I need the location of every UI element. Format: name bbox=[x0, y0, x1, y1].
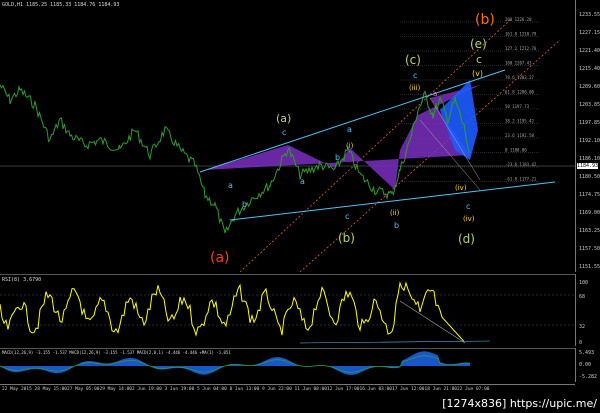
fib-label: 78.6 1203.27 bbox=[505, 75, 534, 80]
rsi-tick: 0 bbox=[579, 340, 583, 346]
time-tick: 16 Jun 03:00 bbox=[359, 387, 393, 392]
rsi-line bbox=[0, 281, 465, 342]
fib-label: 200 1226.20 bbox=[505, 17, 532, 22]
time-tick: 9 Jun 22:00 bbox=[262, 387, 292, 392]
wave-label-i: (i) bbox=[346, 142, 354, 150]
price-tick: 1186.10 bbox=[579, 156, 600, 162]
time-tick: 11 Jun 08:00 bbox=[294, 387, 328, 392]
wave-label-a-paren: (a) bbox=[276, 112, 291, 125]
wave-label-iv: (iv) bbox=[455, 184, 467, 192]
price-tick: 1227.15 bbox=[579, 30, 600, 36]
wave-label-iv-2: (iv) bbox=[463, 215, 475, 223]
fib-label: 61.8 1200.00 bbox=[505, 90, 534, 95]
wave-label-c1: c bbox=[413, 71, 417, 80]
time-tick: 5 Jun 04:00 bbox=[197, 387, 227, 392]
wave-label-iii: (iii) bbox=[409, 84, 421, 92]
wave-label-c-top: c bbox=[476, 53, 482, 66]
time-tick: 17 Jun 12:00 bbox=[392, 387, 425, 392]
price-chart-svg: 200 1226.20 161.8 1218.79 127.2 1212.76 100… bbox=[0, 12, 575, 272]
rsi-tick: 68 bbox=[579, 294, 586, 300]
rsi-pane[interactable]: RSI(8) 3.6790 bbox=[0, 274, 575, 347]
fib-label: 100 1207.43 bbox=[505, 61, 532, 66]
wave-label-b3: b bbox=[242, 200, 247, 209]
fib-label: 23.6 1192.58 bbox=[505, 133, 534, 138]
price-tick: 1215.40 bbox=[579, 66, 600, 72]
time-tick: 3 Jun 19:00 bbox=[164, 387, 195, 392]
wave-label-c-paren: (c) bbox=[405, 53, 421, 67]
price-tick: 1157.50 bbox=[579, 246, 600, 252]
macd-tick: -5.282 bbox=[579, 374, 598, 380]
wave-label-c2: c bbox=[282, 128, 286, 137]
wave-label-a-pink: a bbox=[433, 90, 437, 98]
time-tick: 18 Jun 21:00 bbox=[424, 387, 458, 392]
wave-label-c3: c bbox=[345, 212, 349, 221]
wave-label-d-paren: (d) bbox=[458, 232, 475, 246]
price-scale: 1233.55 1227.15 1221.40 1215.40 1209.60 1203.… bbox=[575, 0, 600, 272]
price-chart-pane[interactable]: GOLD,H1 1185.25 1185.33 1184.76 1184.93 … bbox=[0, 0, 575, 272]
fib-label: -61.8 1177.21 bbox=[505, 177, 537, 182]
current-price-badge: 1184.93 bbox=[577, 163, 599, 169]
time-tick: 27 May 05:00 bbox=[67, 387, 100, 392]
wave-label-a2: a bbox=[300, 177, 305, 186]
fib-label: 0 1188.00 bbox=[505, 148, 527, 153]
rsi-tick: 32 bbox=[579, 324, 586, 330]
wave-label-b1: b bbox=[335, 153, 340, 162]
macd-tick: 5.493 bbox=[579, 350, 595, 356]
macd-pane[interactable]: MACD(12,26,9) -3.155 -1.537 MACD(12,26,9… bbox=[0, 348, 575, 383]
wave-label-b-paren: (b) bbox=[338, 231, 355, 245]
time-axis: 22 May 2015 28 May 15:00 27 May 05:00 29 Ma… bbox=[0, 384, 575, 395]
macd-histogram bbox=[0, 351, 470, 375]
price-tick: 1221.40 bbox=[579, 48, 600, 54]
wave-label-ii: (ii) bbox=[390, 209, 400, 217]
wave-label-c-d: c bbox=[466, 202, 470, 211]
price-tick: 1192.10 bbox=[579, 138, 600, 144]
price-tick: 1163.25 bbox=[579, 228, 600, 234]
wave-label-e-major: (e) bbox=[470, 37, 487, 51]
wave-label-a3: a bbox=[228, 181, 233, 190]
time-tick: 29 May 14:00 bbox=[99, 387, 133, 392]
rsi-svg bbox=[0, 281, 575, 344]
fib-label: 161.8 1218.79 bbox=[505, 32, 537, 37]
price-tick: 1180.50 bbox=[579, 174, 600, 180]
time-tick: 2 Jun 19:00 bbox=[132, 387, 162, 392]
wave-label-a-major: (a) bbox=[210, 250, 230, 266]
macd-scale: 5.493 0.00 -5.282 bbox=[575, 348, 600, 382]
time-tick: 22 May 2015 bbox=[2, 387, 32, 392]
watermark: [1274x836] https://upic.me/ bbox=[442, 397, 597, 410]
wave-label-b-major: (b) bbox=[475, 12, 495, 28]
price-tick: 1197.85 bbox=[579, 120, 600, 126]
fib-label: 50 1197.73 bbox=[505, 104, 530, 109]
wave-label-v: (v) bbox=[472, 69, 483, 78]
wave-label-a1: a bbox=[347, 125, 352, 134]
time-tick: 8 Jun 13:00 bbox=[229, 387, 260, 392]
wave-label-b2: b bbox=[394, 221, 399, 230]
rsi-tick: 100 bbox=[579, 280, 589, 286]
price-tick: 1233.55 bbox=[579, 12, 600, 18]
time-tick: 22 Jun 07:00 bbox=[457, 387, 490, 392]
macd-tick: 0.00 bbox=[579, 362, 592, 368]
time-tick: 12 Jun 17:00 bbox=[327, 387, 360, 392]
fib-label: 127.2 1212.76 bbox=[505, 46, 537, 51]
macd-svg bbox=[0, 351, 471, 375]
price-tick: 1169.00 bbox=[579, 210, 600, 216]
rsi-scale: 100 68 32 0 bbox=[575, 274, 600, 346]
fib-label: 38.2 1195.42 bbox=[505, 119, 534, 124]
price-tick: 1209.60 bbox=[579, 84, 600, 90]
time-tick: 28 May 15:00 bbox=[34, 387, 68, 392]
price-tick: 1174.75 bbox=[579, 192, 600, 198]
price-tick: 1151.55 bbox=[579, 264, 600, 270]
price-tick: 1203.85 bbox=[579, 102, 600, 108]
